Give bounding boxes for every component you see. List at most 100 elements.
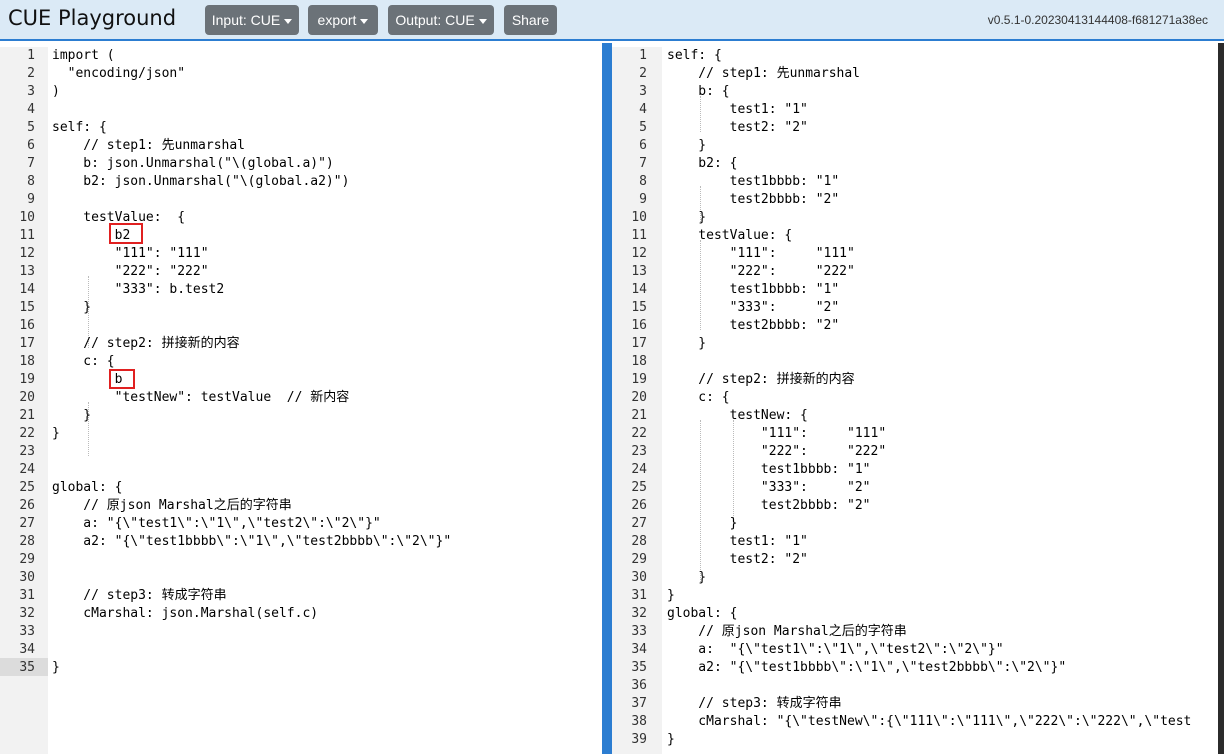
export-dropdown[interactable]: export: [308, 5, 378, 35]
line-number: 20: [631, 390, 647, 405]
code-line: 4: [0, 101, 602, 119]
code-line: 8 test1bbbb: "1": [612, 173, 1218, 191]
line-number: 10: [631, 210, 647, 225]
code-line: 20 c: {: [612, 389, 1218, 407]
code-text: "111": "111": [52, 246, 209, 261]
code-line: 30: [0, 569, 602, 587]
line-number: 37: [631, 696, 647, 711]
input-editor[interactable]: 1 import (2 "encoding/json" 3) 4 5 self: {6 /…: [0, 47, 602, 754]
code-text: b2: json.Unmarshal("\(global.a2)"): [52, 174, 350, 189]
code-line: 1 import (: [0, 47, 602, 65]
line-number: 24: [19, 462, 35, 477]
code-text: // step2: 拼接新的内容: [667, 372, 855, 387]
line-number: 14: [19, 282, 35, 297]
code-text: global: {: [52, 480, 123, 495]
line-number: 12: [19, 246, 35, 261]
line-number: 39: [631, 732, 647, 747]
line-number: 7: [27, 156, 35, 171]
line-number: 4: [27, 102, 35, 117]
line-number: 6: [639, 138, 647, 153]
line-number: 21: [631, 408, 647, 423]
code-line: 14 test1bbbb: "1": [612, 281, 1218, 299]
line-number: 25: [19, 480, 35, 495]
line-number: 25: [631, 480, 647, 495]
code-line: 22}: [0, 425, 602, 443]
highlight-box-b: [109, 369, 135, 389]
line-number: 18: [631, 354, 647, 369]
line-number: 35: [631, 660, 647, 675]
output-viewer[interactable]: 1 self: {2 // step1: 先unmarshal 3 b: {4 te…: [612, 47, 1218, 754]
code-line: 28 test1: "1": [612, 533, 1218, 551]
code-line: 27 a: "{\"test1\":\"1\",\"test2\":\"2\"}…: [0, 515, 602, 533]
line-number: 9: [639, 192, 647, 207]
line-number: 13: [631, 264, 647, 279]
code-line: 4 test1: "1": [612, 101, 1218, 119]
highlight-box-b2: [109, 223, 143, 244]
pane-divider[interactable]: [602, 43, 612, 754]
chevron-down-icon: [478, 18, 487, 24]
line-number: 3: [639, 84, 647, 99]
input-format-label: Input: CUE: [211, 12, 281, 28]
line-number: 19: [631, 372, 647, 387]
code-line: 35}: [0, 659, 602, 677]
output-format-dropdown[interactable]: Output: CUE: [388, 5, 494, 35]
code-line: 21 testNew: {: [612, 407, 1218, 425]
code-text: test2bbbb: "2": [667, 192, 840, 207]
line-number: 5: [27, 120, 35, 135]
code-text: // 原json Marshal之后的字符串: [52, 498, 292, 513]
code-text: "111": "111": [667, 426, 887, 441]
share-button[interactable]: Share: [504, 5, 557, 35]
output-code-lines: 1 self: {2 // step1: 先unmarshal 3 b: {4 te…: [612, 47, 1218, 749]
code-line: 23 "222": "222": [612, 443, 1218, 461]
code-text: // step1: 先unmarshal: [667, 66, 861, 81]
window-scrollbar[interactable]: [1218, 43, 1224, 754]
code-line: 10 testValue: {: [0, 209, 602, 227]
code-line: 14 "333": b.test2: [0, 281, 602, 299]
input-format-dropdown[interactable]: Input: CUE: [205, 5, 299, 35]
code-line: 5 test2: "2": [612, 119, 1218, 137]
code-text: }: [667, 516, 738, 531]
line-number: 1: [27, 48, 35, 63]
line-number: 8: [27, 174, 35, 189]
line-number: 17: [631, 336, 647, 351]
code-line: 16: [0, 317, 602, 335]
line-number: 4: [639, 102, 647, 117]
code-line: 15 "333": "2": [612, 299, 1218, 317]
code-line: 3): [0, 83, 602, 101]
input-code-lines: 1 import (2 "encoding/json" 3) 4 5 self: {6 /…: [0, 47, 602, 677]
code-text: c: {: [52, 354, 115, 369]
code-text: cMarshal: "{\"testNew\":{\"111\":\"111\"…: [667, 714, 1192, 729]
code-text: a2: "{\"test1bbbb\":\"1\",\"test2bbbb\":…: [667, 660, 1067, 675]
code-text: // step1: 先unmarshal: [52, 138, 246, 153]
code-line: 21 }: [0, 407, 602, 425]
output-format-label: Output: CUE: [395, 12, 475, 28]
code-text: a: "{\"test1\":\"1\",\"test2\":\"2\"}": [52, 516, 381, 531]
code-line: 29 test2: "2": [612, 551, 1218, 569]
code-text: test2: "2": [667, 552, 808, 567]
code-text: test1bbbb: "1": [667, 282, 840, 297]
code-line: 24: [0, 461, 602, 479]
line-number: 19: [19, 372, 35, 387]
line-number: 30: [19, 570, 35, 585]
code-text: b2: {: [667, 156, 738, 171]
code-text: // step2: 拼接新的内容: [52, 336, 240, 351]
code-line: 19 // step2: 拼接新的内容: [612, 371, 1218, 389]
line-number: 26: [19, 498, 35, 513]
line-number: 34: [19, 642, 35, 657]
line-number: 32: [19, 606, 35, 621]
line-number: 7: [639, 156, 647, 171]
line-number: 16: [19, 318, 35, 333]
code-line: 32 global: {: [612, 605, 1218, 623]
code-text: }: [667, 138, 707, 153]
line-number: 10: [19, 210, 35, 225]
line-number: 12: [631, 246, 647, 261]
code-line: 27 }: [612, 515, 1218, 533]
code-line: 17 }: [612, 335, 1218, 353]
code-line: 34 a: "{\"test1\":\"1\",\"test2\":\"2\"}…: [612, 641, 1218, 659]
line-number: 3: [27, 84, 35, 99]
code-line: 26 // 原json Marshal之后的字符串: [0, 497, 602, 515]
line-number: 9: [27, 192, 35, 207]
line-number: 21: [19, 408, 35, 423]
code-line: 9 test2bbbb: "2": [612, 191, 1218, 209]
code-line: 24 test1bbbb: "1": [612, 461, 1218, 479]
